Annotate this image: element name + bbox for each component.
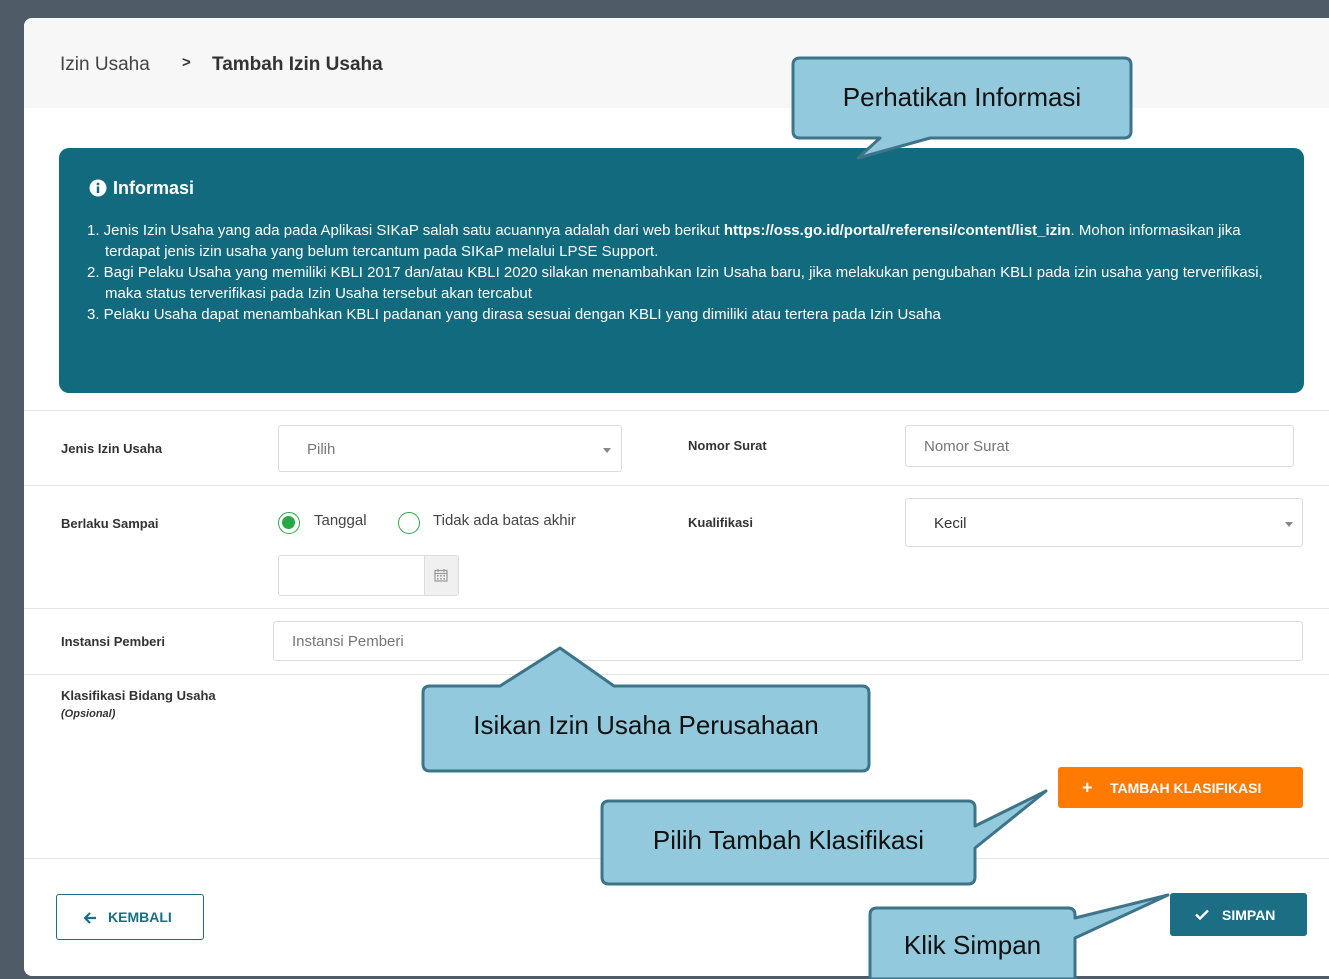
arrow-left-icon <box>84 912 96 924</box>
tambah-klasifikasi-button[interactable]: + TAMBAH KLASIFIKASI <box>1058 767 1303 808</box>
callout-isikan-text: Isikan Izin Usaha Perusahaan <box>473 710 819 740</box>
simpan-button[interactable]: SIMPAN <box>1170 893 1307 936</box>
breadcrumb-separator-icon: > <box>182 54 191 71</box>
divider <box>24 608 1329 609</box>
info-panel: Informasi 1. Jenis Izin Usaha yang ada p… <box>59 148 1304 393</box>
divider <box>24 410 1329 411</box>
chevron-down-icon <box>1285 522 1293 527</box>
calendar-button[interactable] <box>424 556 458 595</box>
klasifikasi-label: Klasifikasi Bidang Usaha <box>61 688 216 703</box>
plus-icon: + <box>1082 777 1093 797</box>
tanggal-date-input[interactable] <box>278 555 459 596</box>
berlaku-sampai-label: Berlaku Sampai <box>61 516 159 531</box>
callout-perhatikan-text: Perhatikan Informasi <box>842 82 1082 112</box>
info-circle-icon <box>89 179 107 197</box>
radio-tanggal-label: Tanggal <box>314 512 367 529</box>
simpan-label: SIMPAN <box>1222 906 1276 923</box>
divider <box>24 674 1329 675</box>
breadcrumb-current: Tambah Izin Usaha <box>212 54 383 75</box>
info-title-text: Informasi <box>113 178 195 198</box>
radio-tanggal[interactable] <box>278 512 300 534</box>
klasifikasi-optional-note: (Opsional) <box>61 708 116 720</box>
kembali-label: KEMBALI <box>108 909 172 925</box>
info-list: 1. Jenis Izin Usaha yang ada pada Aplika… <box>85 220 1285 325</box>
kualifikasi-label: Kualifikasi <box>688 515 754 530</box>
kualifikasi-select[interactable]: Kecil <box>905 498 1303 547</box>
info-title: Informasi <box>89 178 194 199</box>
nomor-surat-label: Nomor Surat <box>688 438 767 453</box>
info-item-3: 3. Pelaku Usaha dapat menambahkan KBLI p… <box>87 306 941 323</box>
breadcrumb-parent-link[interactable]: Izin Usaha <box>60 54 150 76</box>
info-item-1: 1. Jenis Izin Usaha yang ada pada Aplika… <box>85 220 1285 262</box>
divider <box>24 858 1329 859</box>
tambah-klasifikasi-label: TAMBAH KLASIFIKASI <box>1110 779 1262 796</box>
callout-pilih-text: Pilih Tambah Klasifikasi <box>652 825 925 855</box>
callout-klik-text: Klik Simpan <box>903 930 1042 960</box>
kembali-button[interactable]: KEMBALI <box>56 894 204 940</box>
divider <box>24 485 1329 486</box>
check-icon <box>1195 909 1209 920</box>
radio-tidak-ada-batas-label: Tidak ada batas akhir <box>433 512 576 529</box>
oss-reference-link[interactable]: https://oss.go.id/portal/referensi/conte… <box>724 222 1071 239</box>
instansi-pemberi-input[interactable] <box>273 621 1303 661</box>
chevron-down-icon <box>603 448 611 453</box>
calendar-icon <box>434 569 448 582</box>
info-item-1-prefix: 1. Jenis Izin Usaha yang ada pada Aplika… <box>87 222 724 239</box>
page-header: Izin Usaha > Tambah Izin Usaha <box>24 18 1329 108</box>
jenis-izin-value: Pilih <box>307 441 336 458</box>
nomor-surat-input[interactable] <box>905 425 1294 467</box>
radio-tidak-ada-batas[interactable] <box>398 512 420 534</box>
info-item-2: 2. Bagi Pelaku Usaha yang memiliki KBLI … <box>87 264 1263 302</box>
instansi-pemberi-label: Instansi Pemberi <box>61 634 166 649</box>
kualifikasi-value: Kecil <box>934 515 967 532</box>
jenis-izin-select[interactable]: Pilih <box>278 425 622 472</box>
jenis-izin-label: Jenis Izin Usaha <box>61 441 163 456</box>
